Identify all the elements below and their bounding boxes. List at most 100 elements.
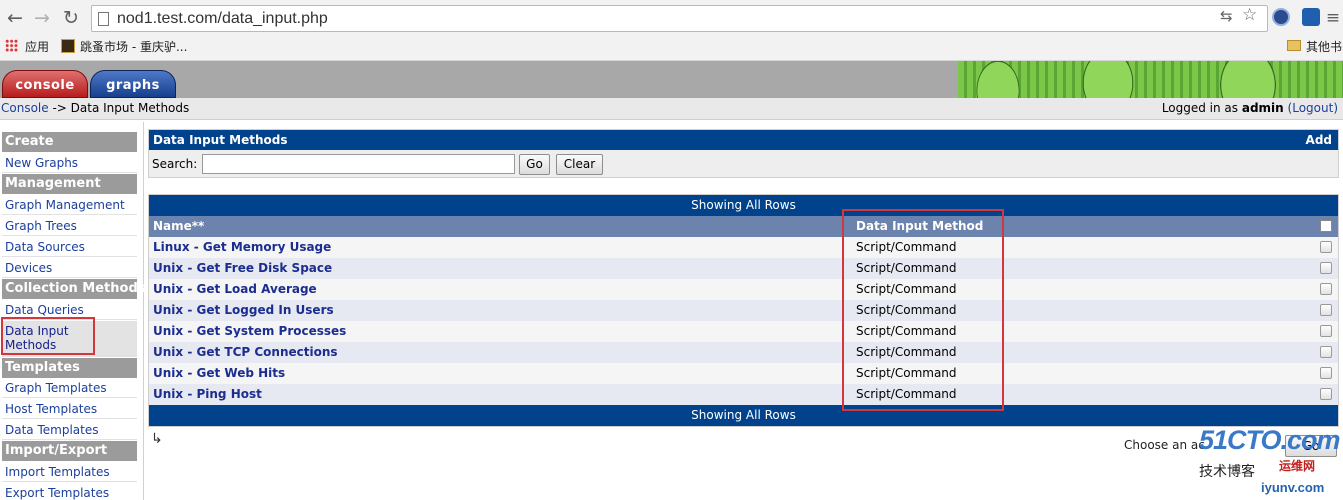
sidebar-link[interactable]: New Graphs — [5, 156, 78, 170]
watermark-text: 技术博客 — [1199, 464, 1255, 480]
table-row: Unix - Ping Host Script/Command — [149, 384, 1338, 405]
sidebar-item-host-templates[interactable]: Host Templates — [2, 399, 137, 419]
row-name-link[interactable]: Unix - Get System Processes — [153, 321, 346, 342]
cactus-logo — [958, 61, 1343, 98]
logout-link[interactable]: (Logout) — [1288, 101, 1338, 115]
sidebar-link[interactable]: Data Sources — [5, 240, 85, 254]
row-checkbox[interactable] — [1320, 304, 1332, 316]
row-name-link[interactable]: Unix - Get Load Average — [153, 279, 317, 300]
sidebar-item-devices[interactable]: Devices — [2, 258, 137, 278]
bookmark-item[interactable]: 跳蚤市场 - 重庆驴... — [80, 38, 187, 55]
add-link[interactable]: Add — [1306, 130, 1332, 150]
reload-icon[interactable]: ↻ — [60, 7, 82, 29]
url-text: nod1.test.com/data_input.php — [117, 10, 328, 27]
sidebar-link[interactable]: Graph Trees — [5, 219, 77, 233]
row-name-link[interactable]: Unix - Get Logged In Users — [153, 300, 334, 321]
sidebar-link[interactable]: Export Templates — [5, 486, 109, 500]
forward-icon[interactable]: → — [31, 7, 53, 29]
sidebar-link[interactable]: Host Templates — [5, 402, 97, 416]
sidebar-item-data-templates[interactable]: Data Templates — [2, 420, 137, 440]
search-label: Search: — [152, 157, 198, 171]
tab-console[interactable]: console — [2, 70, 88, 98]
row-checkbox[interactable] — [1320, 241, 1332, 253]
table-row: Linux - Get Memory Usage Script/Command — [149, 237, 1338, 258]
bookmark-other[interactable]: 其他书 — [1306, 38, 1342, 55]
row-name-link[interactable]: Linux - Get Memory Usage — [153, 237, 331, 258]
back-icon[interactable]: ← — [4, 7, 26, 29]
sidebar-item-graph-trees[interactable]: Graph Trees — [2, 216, 137, 236]
extension-shield-icon[interactable] — [1302, 8, 1320, 26]
go-button[interactable]: Go — [519, 154, 550, 175]
row-checkbox[interactable] — [1320, 346, 1332, 358]
table-header: Name** Data Input Method — [149, 216, 1338, 237]
watermark-site: iyunv.com — [1261, 480, 1325, 495]
page-title: Data Input Methods — [153, 133, 288, 147]
menu-icon[interactable]: ≡ — [1322, 7, 1343, 29]
select-arrow-icon: ↳ — [151, 431, 163, 447]
select-all-checkbox[interactable] — [1320, 220, 1332, 232]
row-name-link[interactable]: Unix - Get Free Disk Space — [153, 258, 332, 279]
sidebar-item-export-templates[interactable]: Export Templates — [2, 483, 137, 500]
sidebar-link[interactable]: Data Queries — [5, 303, 84, 317]
table-row: Unix - Get Free Disk Space Script/Comman… — [149, 258, 1338, 279]
sidebar-item-import-templates[interactable]: Import Templates — [2, 462, 137, 482]
table-row: Unix - Get Load Average Script/Command — [149, 279, 1338, 300]
table-row: Unix - Get Web Hits Script/Command — [149, 363, 1338, 384]
sidebar-link[interactable]: Graph Templates — [5, 381, 107, 395]
filter-panel: Data Input Methods Add Search: Go Clear — [148, 129, 1339, 178]
page-icon — [98, 12, 109, 26]
search-input[interactable] — [202, 154, 515, 174]
translate-icon[interactable]: ⇆ — [1220, 7, 1233, 25]
breadcrumb: Console -> Data Input Methods — [1, 101, 189, 115]
bookmark-apps[interactable]: 应用 — [25, 38, 49, 55]
row-checkbox[interactable] — [1320, 262, 1332, 274]
sidebar-link[interactable]: Data Templates — [5, 423, 98, 437]
browser-chrome: ← → ↻ nod1.test.com/data_input.php ⇆ ☆ ≡… — [0, 0, 1343, 61]
address-bar[interactable]: nod1.test.com/data_input.php — [91, 5, 1268, 32]
breadcrumb-current: Data Input Methods — [70, 101, 190, 115]
sidebar-item-new-graphs[interactable]: New Graphs — [2, 153, 137, 173]
extension-icon[interactable] — [1272, 8, 1290, 26]
highlight-box-method-column — [842, 209, 1004, 411]
sidebar: Create New Graphs Management Graph Manag… — [0, 122, 146, 500]
row-name-link[interactable]: Unix - Ping Host — [153, 384, 262, 405]
sidebar-header-management: Management — [2, 174, 137, 194]
sidebar-item-graph-templates[interactable]: Graph Templates — [2, 378, 137, 398]
sidebar-link[interactable]: Devices — [5, 261, 52, 275]
sidebar-item-graph-management[interactable]: Graph Management — [2, 195, 137, 215]
row-checkbox[interactable] — [1320, 367, 1332, 379]
login-prefix: Logged in as — [1161, 101, 1242, 115]
showing-rows-top: Showing All Rows — [149, 195, 1338, 216]
sidebar-link[interactable]: Graph Management — [5, 198, 125, 212]
folder-icon — [1287, 40, 1301, 51]
watermark-red-text: 运维网 — [1279, 459, 1316, 473]
filter-header: Data Input Methods Add — [149, 130, 1338, 150]
star-icon[interactable]: ☆ — [1242, 5, 1257, 25]
sidebar-header-collection-methods: Collection Methods — [2, 279, 146, 299]
sidebar-header-templates: Templates — [2, 358, 137, 378]
row-checkbox[interactable] — [1320, 283, 1332, 295]
sidebar-header-create: Create — [2, 132, 137, 152]
apps-icon[interactable] — [5, 39, 18, 52]
bookmark-favicon — [61, 39, 75, 53]
column-header-name[interactable]: Name** — [153, 216, 204, 237]
highlight-box-sidebar — [1, 317, 95, 355]
bookmarks-bar: 应用 跳蚤市场 - 重庆驴... 其他书 — [0, 34, 1343, 59]
choose-action-label: Choose an ac — [1124, 438, 1205, 452]
table-row: Unix - Get System Processes Script/Comma… — [149, 321, 1338, 342]
row-checkbox[interactable] — [1320, 388, 1332, 400]
row-checkbox[interactable] — [1320, 325, 1332, 337]
showing-rows-bottom: Showing All Rows — [149, 405, 1338, 426]
breadcrumb-separator: -> — [48, 101, 71, 115]
table-row: Unix - Get TCP Connections Script/Comman… — [149, 342, 1338, 363]
sidebar-item-data-sources[interactable]: Data Sources — [2, 237, 137, 257]
login-user: admin — [1241, 101, 1284, 115]
breadcrumb-console-link[interactable]: Console — [1, 101, 49, 115]
clear-button[interactable]: Clear — [556, 154, 603, 175]
login-status: Logged in as admin (Logout) — [1162, 101, 1338, 115]
watermark: 51CTO.com 技术博客 运维网 iyunv.com — [1197, 425, 1343, 500]
tab-graphs[interactable]: graphs — [90, 70, 176, 98]
sidebar-link[interactable]: Import Templates — [5, 465, 110, 479]
row-name-link[interactable]: Unix - Get Web Hits — [153, 363, 285, 384]
row-name-link[interactable]: Unix - Get TCP Connections — [153, 342, 338, 363]
